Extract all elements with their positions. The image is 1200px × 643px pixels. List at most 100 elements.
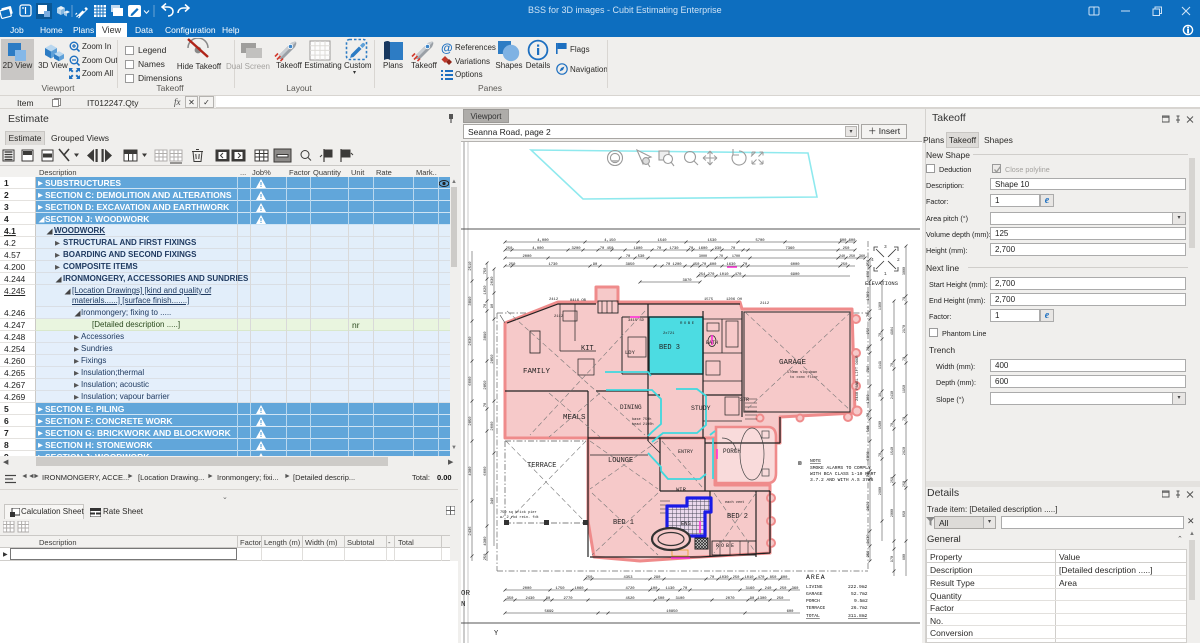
svg-text:TOTAL: TOTAL [806, 613, 820, 619]
svg-text:PORCH: PORCH [806, 598, 820, 604]
svg-text:3000: 3000 [903, 267, 907, 275]
svg-text:1730: 1730 [669, 247, 679, 251]
svg-text:STR: STR [740, 397, 749, 403]
svg-text:4149: 4149 [879, 361, 883, 369]
svg-text:70: 70 [867, 472, 871, 477]
svg-text:250: 250 [484, 553, 488, 561]
svg-text:1060: 1060 [574, 587, 584, 591]
svg-text:1380: 1380 [867, 291, 871, 301]
svg-text:PORCH: PORCH [723, 448, 741, 455]
svg-text:1380: 1380 [879, 302, 883, 310]
svg-text:1020: 1020 [484, 285, 488, 295]
svg-text:3890: 3890 [484, 331, 488, 341]
svg-text:350: 350 [507, 597, 515, 601]
svg-text:1730: 1730 [548, 263, 558, 267]
svg-text:70: 70 [879, 453, 883, 457]
svg-text:6000: 6000 [484, 466, 488, 476]
svg-text:base 750h: base 750h [632, 417, 651, 422]
svg-text:250: 250 [843, 247, 851, 251]
svg-text:2000: 2000 [491, 421, 495, 431]
svg-text:70: 70 [600, 247, 605, 251]
svg-text:2000: 2000 [891, 509, 895, 517]
svg-text:3200: 3200 [571, 247, 581, 251]
svg-text:70: 70 [731, 247, 736, 251]
svg-text:1540: 1540 [657, 239, 667, 243]
svg-text:270: 270 [708, 273, 716, 277]
svg-text:BED 1: BED 1 [613, 519, 634, 527]
svg-text:600: 600 [710, 263, 718, 267]
svg-text:8416 OB: 8416 OB [570, 299, 587, 303]
svg-text:250: 250 [780, 587, 788, 591]
svg-text:250: 250 [586, 576, 594, 580]
svg-text:3160: 3160 [745, 587, 755, 591]
svg-text:222.9m2: 222.9m2 [848, 584, 868, 590]
svg-text:6900: 6900 [790, 273, 800, 277]
svg-text:6868: 6868 [867, 451, 871, 461]
svg-text:4,150: 4,150 [604, 239, 616, 243]
svg-text:1030: 1030 [719, 576, 729, 580]
svg-text:2770: 2770 [563, 597, 573, 601]
svg-text:FAMILY: FAMILY [523, 368, 551, 376]
svg-text:4720: 4720 [625, 587, 635, 591]
svg-text:250: 250 [867, 259, 871, 267]
svg-text:850: 850 [903, 511, 907, 517]
svg-text:2430: 2430 [891, 391, 895, 399]
svg-text:70: 70 [891, 363, 895, 367]
svg-text:70: 70 [903, 417, 907, 421]
svg-text:2850: 2850 [469, 416, 473, 426]
svg-text:450: 450 [693, 263, 701, 267]
svg-text:TERRACE: TERRACE [527, 462, 556, 470]
svg-text:6000: 6000 [790, 263, 800, 267]
svg-text:4,000: 4,000 [537, 239, 549, 243]
svg-text:KIT: KIT [581, 345, 594, 353]
svg-text:790: 790 [867, 365, 871, 373]
svg-text:each vent: each vent [725, 500, 744, 505]
svg-text:3890: 3890 [469, 296, 473, 306]
svg-text:AREA: AREA [806, 574, 826, 581]
svg-text:3415 SD: 3415 SD [628, 319, 645, 323]
svg-text:2430: 2430 [525, 597, 535, 601]
svg-text:530: 530 [638, 255, 646, 259]
svg-text:4380: 4380 [469, 466, 473, 476]
svg-text:N: N [461, 601, 466, 609]
svg-text:90: 90 [546, 597, 551, 601]
svg-text:1950: 1950 [903, 385, 907, 393]
svg-text:5700: 5700 [755, 239, 765, 243]
svg-text:2448 PANEL LIFT DOOR: 2448 PANEL LIFT DOOR [856, 355, 860, 401]
svg-text:4380: 4380 [484, 536, 488, 546]
svg-text:600: 600 [849, 239, 857, 243]
svg-text:600: 600 [867, 270, 871, 278]
svg-text:90: 90 [593, 263, 598, 267]
svg-text:90: 90 [750, 597, 755, 601]
svg-text:360: 360 [859, 255, 865, 259]
svg-text:2070: 2070 [725, 597, 735, 601]
svg-text:70: 70 [484, 303, 488, 308]
svg-text:1: 1 [884, 271, 887, 277]
svg-text:2436: 2436 [469, 526, 473, 536]
svg-text:2000: 2000 [522, 587, 532, 591]
svg-text:MEALS: MEALS [563, 414, 586, 422]
svg-text:1630: 1630 [726, 263, 736, 267]
svg-text:570mm slopdown: 570mm slopdown [787, 370, 817, 375]
svg-text:ENTRY: ENTRY [678, 449, 693, 455]
svg-text:2030: 2030 [491, 276, 495, 286]
svg-text:head 2100h: head 2100h [632, 422, 654, 427]
svg-text:250: 250 [509, 263, 517, 267]
svg-text:3000: 3000 [699, 255, 707, 259]
svg-text:930: 930 [715, 247, 723, 251]
svg-text:250: 250 [506, 247, 514, 251]
svg-text:70: 70 [626, 255, 631, 259]
svg-text:ROBE: ROBE [680, 322, 696, 326]
svg-text:970: 970 [891, 556, 895, 562]
svg-text:SMOKE ALARMS TO COMPLY: SMOKE ALARMS TO COMPLY [810, 465, 871, 471]
svg-text:70: 70 [683, 587, 688, 591]
svg-text:70: 70 [484, 402, 488, 407]
svg-text:2600: 2600 [879, 487, 883, 495]
svg-text:1200: 1200 [672, 263, 682, 267]
svg-text:3: 3 [884, 244, 887, 250]
svg-text:2x721: 2x721 [663, 332, 675, 336]
svg-text:BED 2: BED 2 [727, 513, 748, 521]
svg-text:STUDY: STUDY [691, 405, 711, 412]
svg-text:4984: 4984 [891, 327, 895, 335]
svg-text:to conc floor: to conc floor [790, 375, 818, 380]
